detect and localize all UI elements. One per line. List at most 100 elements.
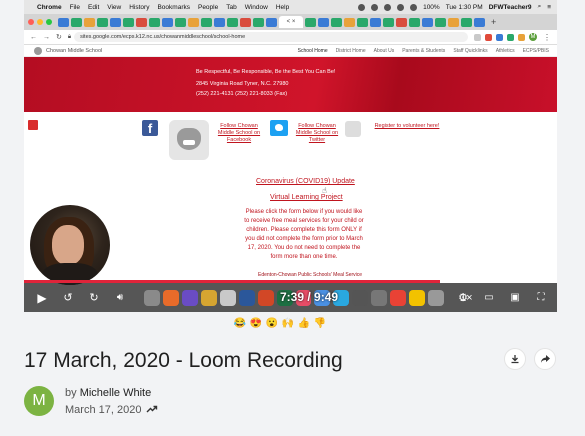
browser-tab[interactable] <box>357 17 368 27</box>
browser-tab[interactable] <box>97 17 108 27</box>
close-window-icon[interactable] <box>28 19 34 25</box>
browser-tab[interactable] <box>136 17 147 27</box>
browser-tab[interactable] <box>84 17 95 27</box>
wifi-icon[interactable] <box>410 3 418 11</box>
facebook-icon[interactable]: f <box>142 120 158 136</box>
dock-app-icon[interactable] <box>352 290 369 306</box>
rewind-5-icon[interactable]: ↺ <box>60 290 76 306</box>
status-icon[interactable] <box>384 3 392 11</box>
dock-app-icon[interactable] <box>238 290 255 306</box>
browser-tab[interactable] <box>461 17 472 27</box>
forward-5-icon[interactable]: ↻ <box>86 290 102 306</box>
volume-icon[interactable]: 🔊︎ <box>112 290 128 306</box>
browser-tab[interactable] <box>188 17 199 27</box>
browser-tab[interactable] <box>240 17 251 27</box>
menu-view[interactable]: View <box>107 4 121 11</box>
new-tab-icon[interactable]: + <box>491 17 496 27</box>
profile-avatar[interactable]: M <box>529 33 537 41</box>
share-button[interactable] <box>534 348 556 370</box>
trending-icon[interactable] <box>146 404 158 414</box>
extension-icon[interactable] <box>507 33 514 41</box>
browser-tab[interactable] <box>201 17 212 27</box>
reaction-raised-hands-icon[interactable]: 🙌 <box>282 317 294 329</box>
dock-app-icon[interactable] <box>162 290 179 306</box>
menubar-clock[interactable]: Tue 1:30 PM <box>446 4 483 11</box>
browser-tab[interactable] <box>370 17 381 27</box>
extension-icon[interactable] <box>474 33 481 41</box>
search-icon[interactable]: ⌕ <box>538 3 542 11</box>
browser-tab[interactable] <box>266 17 277 27</box>
browser-tab[interactable] <box>344 17 355 27</box>
video-icon[interactable]: ▣ <box>507 290 523 306</box>
reload-icon[interactable]: ↻ <box>56 33 62 41</box>
browser-tab[interactable] <box>305 17 316 27</box>
play-icon[interactable]: ▶ <box>34 290 50 306</box>
site-nav-link[interactable]: Athletics <box>496 48 515 54</box>
volunteer-link[interactable]: Register to volunteer here! <box>372 123 442 130</box>
site-nav-link[interactable]: Staff Quicklinks <box>453 48 487 54</box>
menu-tab[interactable]: Tab <box>226 4 236 11</box>
browser-tab[interactable] <box>214 17 225 27</box>
menu-chrome[interactable]: Chrome <box>37 4 62 11</box>
dock-app-icon[interactable] <box>390 290 407 306</box>
browser-tab[interactable] <box>162 17 173 27</box>
fullscreen-icon[interactable]: ⛶ <box>533 290 549 306</box>
bluetooth-icon[interactable] <box>397 3 405 11</box>
url-field[interactable]: sites.google.com/ecps.k12.nc.us/chowanmi… <box>74 32 468 42</box>
reaction-thumbs-down-icon[interactable]: 👎 <box>314 317 326 329</box>
reaction-surprised-icon[interactable]: 😮 <box>266 317 278 329</box>
menu-edit[interactable]: Edit <box>88 4 99 11</box>
site-brand[interactable]: Chowan Middle School <box>46 48 102 54</box>
browser-tab[interactable] <box>474 17 485 27</box>
reaction-thumbs-up-icon[interactable]: 👍 <box>298 317 310 329</box>
dock-app-icon[interactable] <box>219 290 236 306</box>
menu-people[interactable]: People <box>198 4 218 11</box>
browser-tab[interactable] <box>71 17 82 27</box>
site-nav-link[interactable]: ECPS/PBIS <box>523 48 549 54</box>
playback-speed[interactable]: 1× <box>460 292 473 304</box>
menubar-user[interactable]: DFWTeacher9 <box>489 4 532 11</box>
reaction-laugh-icon[interactable]: 😂 <box>234 317 246 329</box>
twitter-icon[interactable] <box>270 120 288 136</box>
menu-list-icon[interactable]: ≡ <box>547 4 551 11</box>
extension-icon[interactable] <box>518 33 525 41</box>
site-nav-link[interactable]: Parents & Students <box>402 48 445 54</box>
dock-app-icon[interactable] <box>409 290 426 306</box>
dock-app-icon[interactable] <box>200 290 217 306</box>
active-browser-tab[interactable]: < × <box>279 16 303 28</box>
extension-icon[interactable] <box>496 33 503 41</box>
dock-app-icon[interactable] <box>181 290 198 306</box>
browser-tab[interactable] <box>422 17 433 27</box>
download-button[interactable] <box>504 348 526 370</box>
dock-app-icon[interactable] <box>144 290 160 306</box>
browser-tab[interactable] <box>318 17 329 27</box>
browser-tab[interactable] <box>123 17 134 27</box>
video-player[interactable]: Chrome File Edit View History Bookmarks … <box>24 0 557 312</box>
browser-tab[interactable] <box>409 17 420 27</box>
zoom-window-icon[interactable] <box>46 19 52 25</box>
twitter-follow-link[interactable]: Follow Chowan Middle School on Twitter <box>292 123 342 144</box>
site-nav-link[interactable]: School Home <box>298 48 328 54</box>
facebook-follow-link[interactable]: Follow Chowan Middle School on Facebook <box>214 123 264 144</box>
dock-app-icon[interactable] <box>428 290 444 306</box>
browser-tab[interactable] <box>227 17 238 27</box>
browser-tab[interactable] <box>58 17 69 27</box>
menu-history[interactable]: History <box>129 4 149 11</box>
author-name[interactable]: Michelle White <box>80 387 152 399</box>
browser-tab[interactable] <box>331 17 342 27</box>
dock-app-icon[interactable] <box>371 290 388 306</box>
browser-tab[interactable] <box>448 17 459 27</box>
webcam-bubble[interactable] <box>30 205 110 285</box>
forward-icon[interactable]: → <box>43 34 50 41</box>
status-icon[interactable] <box>371 3 379 11</box>
author-avatar[interactable]: M <box>24 386 54 416</box>
menu-file[interactable]: File <box>70 4 80 11</box>
browser-tab[interactable] <box>253 17 264 27</box>
dock-app-icon[interactable] <box>257 290 274 306</box>
status-icon[interactable] <box>358 3 366 11</box>
browser-tab[interactable] <box>383 17 394 27</box>
back-icon[interactable]: ← <box>30 34 37 41</box>
minimize-window-icon[interactable] <box>37 19 43 25</box>
reaction-heart-eyes-icon[interactable]: 😍 <box>250 317 262 329</box>
menu-bookmarks[interactable]: Bookmarks <box>157 4 190 11</box>
